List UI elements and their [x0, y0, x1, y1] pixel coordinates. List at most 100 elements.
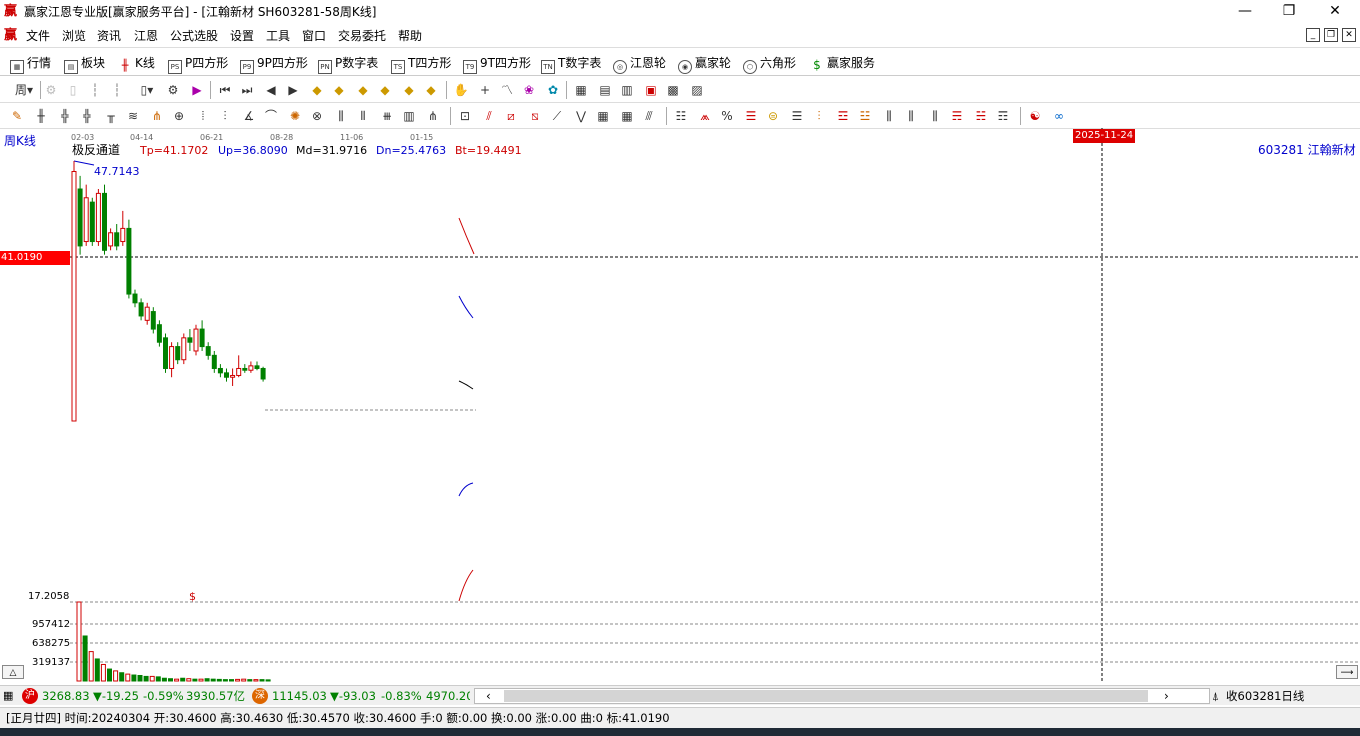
- diamond-icon[interactable]: ◆: [422, 81, 440, 99]
- nav-t-table[interactable]: TN T数字表: [541, 55, 601, 74]
- bar-selector-icon[interactable]: ▯▾: [134, 81, 160, 99]
- indicator-icon[interactable]: ⚙: [164, 81, 182, 99]
- table-grid-icon[interactable]: ▦: [594, 107, 612, 125]
- last-icon[interactable]: ⏭: [238, 81, 256, 99]
- nav-p-square[interactable]: PS P四方形: [168, 55, 228, 74]
- nav-9t-square[interactable]: T9 9T四方形: [463, 55, 531, 74]
- diamond-icon[interactable]: ◆: [354, 81, 372, 99]
- diamond-icon[interactable]: ◆: [400, 81, 418, 99]
- menu-file[interactable]: 文件: [26, 28, 50, 44]
- minimize-button[interactable]: —: [1222, 0, 1268, 24]
- menu-formula[interactable]: 公式选股: [170, 28, 218, 44]
- channel3-icon[interactable]: ⧅: [526, 107, 544, 125]
- nav-kline[interactable]: ╫ K线: [118, 55, 155, 72]
- trend-icon[interactable]: ⟋: [548, 107, 566, 125]
- diamond-icon[interactable]: ◆: [376, 81, 394, 99]
- close-button[interactable]: ✕: [1312, 0, 1358, 24]
- save-icon[interactable]: ▣: [642, 81, 660, 99]
- menu-browse[interactable]: 浏览: [62, 28, 86, 44]
- speed-icon[interactable]: ⩕: [696, 107, 714, 125]
- mdi-restore-icon[interactable]: ❐: [1324, 28, 1338, 42]
- percent-icon[interactable]: %: [718, 107, 736, 125]
- bars-icon[interactable]: ⦙: [194, 107, 212, 125]
- gann-box-icon[interactable]: ╥: [102, 107, 120, 125]
- scroll-left-icon[interactable]: ‹: [486, 688, 491, 704]
- report-icon[interactable]: ▥: [618, 81, 636, 99]
- grid-view-icon[interactable]: ▦: [3, 688, 13, 704]
- hand-icon[interactable]: ✋: [452, 81, 470, 99]
- nav-gann-wheel[interactable]: ◎ 江恩轮: [613, 55, 666, 74]
- wave-icon[interactable]: ≋: [124, 107, 142, 125]
- calendar-icon[interactable]: ▦: [572, 81, 590, 99]
- cycle-icon[interactable]: ⫼: [332, 107, 350, 125]
- levels5-icon[interactable]: ⫼: [880, 107, 898, 125]
- star-icon[interactable]: ✺: [286, 107, 304, 125]
- nav-p-table[interactable]: PN P数字表: [318, 55, 378, 74]
- table-grid2-icon[interactable]: ▦: [618, 107, 636, 125]
- menu-window[interactable]: 窗口: [302, 28, 326, 44]
- levels9-icon[interactable]: ☵: [972, 107, 990, 125]
- infinity-icon[interactable]: ∞: [1050, 107, 1068, 125]
- menu-gann[interactable]: 江恩: [134, 28, 158, 44]
- levels7-icon[interactable]: ⫼: [926, 107, 944, 125]
- scrollbar-thumb[interactable]: [504, 690, 1148, 702]
- levels2-icon[interactable]: ☰: [788, 107, 806, 125]
- calc-icon[interactable]: ▤: [596, 81, 614, 99]
- levels4-icon[interactable]: ☳: [856, 107, 874, 125]
- nav-winner-wheel[interactable]: ◉ 赢家轮: [678, 55, 731, 74]
- yinyang-icon[interactable]: ☯: [1026, 107, 1044, 125]
- pen-icon[interactable]: ✎: [8, 107, 26, 125]
- circle-grid-icon[interactable]: ⊕: [170, 107, 188, 125]
- angle-icon[interactable]: ∡: [240, 107, 258, 125]
- crosshair-icon[interactable]: +: [476, 81, 494, 99]
- fib-fan-icon[interactable]: ⋔: [424, 107, 442, 125]
- channel-icon[interactable]: ⫽: [480, 107, 498, 125]
- restore-button[interactable]: ❐: [1266, 0, 1312, 24]
- kline-chart[interactable]: [0, 128, 1360, 682]
- daily-line-label[interactable]: 收603281日线: [1226, 688, 1304, 704]
- scroll-right-icon[interactable]: ⟶: [1336, 665, 1358, 679]
- menu-tools[interactable]: 工具: [266, 28, 290, 44]
- export-icon[interactable]: ▨: [688, 81, 706, 99]
- menu-help[interactable]: 帮助: [398, 28, 422, 44]
- flag-icon[interactable]: ▶: [188, 81, 206, 99]
- zigzag-icon[interactable]: ⋁: [572, 107, 590, 125]
- diamond-icon[interactable]: ◆: [308, 81, 326, 99]
- gann-fan-icon[interactable]: ╬: [56, 107, 74, 125]
- levels6-icon[interactable]: ⫼: [902, 107, 920, 125]
- levels3-icon[interactable]: ☲: [834, 107, 852, 125]
- menu-trade[interactable]: 交易委托: [338, 28, 386, 44]
- shape-tool-icon[interactable]: ❀: [520, 81, 538, 99]
- nav-9p-square[interactable]: P9 9P四方形: [240, 55, 308, 74]
- nav-t-square[interactable]: TS T四方形: [391, 55, 451, 74]
- chart-area[interactable]: 02-03 04-14 06-21 08-28 11-06 01-15 2025…: [0, 128, 1360, 682]
- line-tool-icon[interactable]: 〽: [498, 81, 516, 99]
- pattern-tool-icon[interactable]: ✿: [544, 81, 562, 99]
- levels10-icon[interactable]: ☶: [994, 107, 1012, 125]
- nav-quote[interactable]: ▦ 行情: [10, 55, 51, 74]
- comb-icon[interactable]: ⫶: [216, 107, 234, 125]
- gann-line-icon[interactable]: ╫: [32, 107, 50, 125]
- fib-time-icon[interactable]: ▥: [400, 107, 418, 125]
- first-icon[interactable]: ⏮: [216, 81, 234, 99]
- coin-icon[interactable]: ⊜: [764, 107, 782, 125]
- nav-sector[interactable]: ▤ 板块: [64, 55, 105, 74]
- arc-icon[interactable]: ⌒: [262, 107, 280, 125]
- ladder-icon[interactable]: ☷: [672, 107, 690, 125]
- chart-switch-icon[interactable]: ⍋: [1212, 688, 1219, 704]
- mdi-close-icon[interactable]: ✕: [1342, 28, 1356, 42]
- parallel-icon[interactable]: ⫻: [640, 107, 658, 125]
- scroll-right-arrow-icon[interactable]: ›: [1164, 688, 1169, 704]
- period-selector[interactable]: 周▾: [10, 81, 38, 99]
- signal-icon[interactable]: ⫶: [810, 107, 828, 125]
- diamond-icon[interactable]: ◆: [330, 81, 348, 99]
- fib-icon[interactable]: ⧻: [378, 107, 396, 125]
- fork-icon[interactable]: ⋔: [148, 107, 166, 125]
- prev-icon[interactable]: ◀: [262, 81, 280, 99]
- menu-settings[interactable]: 设置: [230, 28, 254, 44]
- spiral-icon[interactable]: ⊗: [308, 107, 326, 125]
- menu-info[interactable]: 资讯: [97, 28, 121, 44]
- channel2-icon[interactable]: ⧄: [502, 107, 520, 125]
- levels8-icon[interactable]: ☴: [948, 107, 966, 125]
- nav-winner-service[interactable]: $ 赢家服务: [810, 55, 875, 71]
